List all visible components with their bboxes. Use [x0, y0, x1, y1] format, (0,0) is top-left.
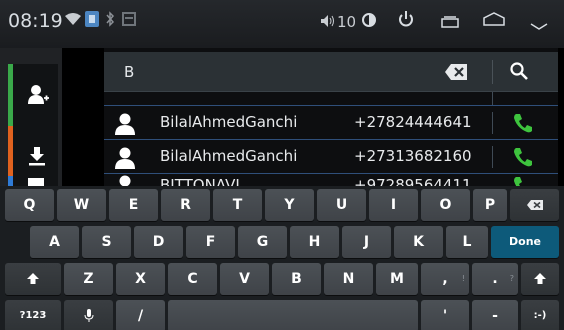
key-b[interactable]: B [272, 263, 321, 295]
done-key[interactable]: Done [491, 226, 559, 258]
person-icon [114, 147, 136, 173]
key-v[interactable]: V [220, 263, 269, 295]
key-x[interactable]: X [116, 263, 165, 295]
sync-icon [28, 178, 44, 186]
period-label: . [492, 271, 498, 287]
contact-row[interactable]: BilalAhmedGanchi +27824444641 [104, 106, 558, 140]
key-z[interactable]: Z [64, 263, 113, 295]
key-apostrophe[interactable]: ' [421, 300, 469, 330]
key-c[interactable]: C [168, 263, 217, 295]
comma-label: , [442, 271, 448, 287]
contact-name: BilalAhmedGanchi [160, 113, 298, 131]
key-e[interactable]: E [109, 189, 158, 221]
space-key[interactable] [168, 300, 418, 330]
search-divider [492, 60, 493, 84]
key-m[interactable]: M [376, 263, 418, 295]
call-icon[interactable] [512, 146, 534, 172]
key-u[interactable]: U [317, 189, 366, 221]
sim-icon [85, 11, 99, 31]
key-j[interactable]: J [342, 226, 391, 258]
key-a[interactable]: A [30, 226, 79, 258]
brightness-icon[interactable] [360, 11, 378, 33]
key-r[interactable]: R [161, 189, 210, 221]
contact-row[interactable]: BilalAhmedGanchi +27313682160 [104, 140, 558, 174]
download-icon [29, 147, 45, 166]
smiley-key[interactable]: :-) [521, 300, 559, 330]
key-period[interactable]: . ? [472, 263, 518, 295]
search-icon[interactable] [509, 61, 529, 85]
key-k[interactable]: K [394, 226, 443, 258]
recent-apps-icon[interactable] [441, 14, 459, 32]
backspace-icon[interactable] [444, 63, 468, 85]
shift-key-right[interactable] [521, 263, 559, 295]
person-icon [114, 175, 136, 186]
storage-icon [122, 12, 136, 30]
key-y[interactable]: Y [265, 189, 314, 221]
shift-icon [27, 273, 39, 284]
voice-key[interactable] [64, 300, 113, 330]
power-icon[interactable] [397, 10, 415, 32]
bluetooth-icon [105, 11, 115, 31]
call-icon[interactable] [512, 112, 534, 138]
key-t[interactable]: T [213, 189, 262, 221]
key-n[interactable]: N [324, 263, 373, 295]
search-bar: B [104, 52, 558, 92]
contact-row[interactable]: BITTONAVI +97289564411 [104, 174, 558, 186]
symbols-key[interactable]: ?123 [5, 300, 61, 330]
contact-phone: +27313682160 [354, 147, 472, 165]
contact-phone: +97289564411 [354, 176, 472, 186]
volume-level: 10 [337, 13, 357, 31]
call-icon[interactable] [512, 175, 534, 186]
add-contact-icon [28, 85, 49, 104]
key-l[interactable]: L [446, 226, 488, 258]
shift-icon [534, 273, 546, 284]
contacts-panel: BernardoOliveira +5541999881299 BilalAhm… [104, 48, 558, 186]
key-comma[interactable]: , ! [421, 263, 469, 295]
wifi-icon [64, 12, 82, 30]
key-w[interactable]: W [57, 189, 106, 221]
key-dash[interactable]: - [472, 300, 518, 330]
screen: 08:19 10 BilalAhmedGanchi +27824444641 B… [0, 0, 564, 330]
back-icon[interactable] [530, 17, 548, 35]
backspace-key[interactable] [510, 189, 559, 221]
key-slash[interactable]: / [116, 300, 165, 330]
microphone-icon [84, 309, 93, 322]
key-o[interactable]: O [421, 189, 470, 221]
key-p[interactable]: P [473, 189, 507, 221]
period-hint: ? [509, 274, 514, 283]
contact-phone: +27824444641 [354, 113, 472, 131]
person-icon [114, 113, 136, 139]
home-icon[interactable] [483, 12, 505, 30]
row-divider [492, 146, 493, 168]
shift-key-left[interactable] [5, 263, 61, 295]
sidebar [0, 48, 62, 196]
volume-icon [320, 14, 336, 32]
contact-name: BilalAhmedGanchi [160, 147, 298, 165]
key-q[interactable]: Q [5, 189, 54, 221]
key-g[interactable]: G [238, 226, 287, 258]
key-h[interactable]: H [290, 226, 339, 258]
row-divider [492, 112, 493, 134]
key-s[interactable]: S [82, 226, 131, 258]
comma-hint: ! [461, 274, 465, 283]
backspace-key-icon [526, 200, 543, 210]
soft-keyboard: Q W E R T Y U I O P A S D F G H J K L Do… [0, 186, 564, 330]
add-contact-button[interactable] [8, 64, 58, 126]
key-d[interactable]: D [134, 226, 183, 258]
status-bar: 08:19 10 [0, 0, 564, 48]
contact-name: BITTONAVI [160, 176, 240, 186]
key-i[interactable]: I [369, 189, 418, 221]
search-input[interactable]: B [124, 63, 134, 81]
key-f[interactable]: F [186, 226, 235, 258]
clock: 08:19 [8, 10, 63, 32]
